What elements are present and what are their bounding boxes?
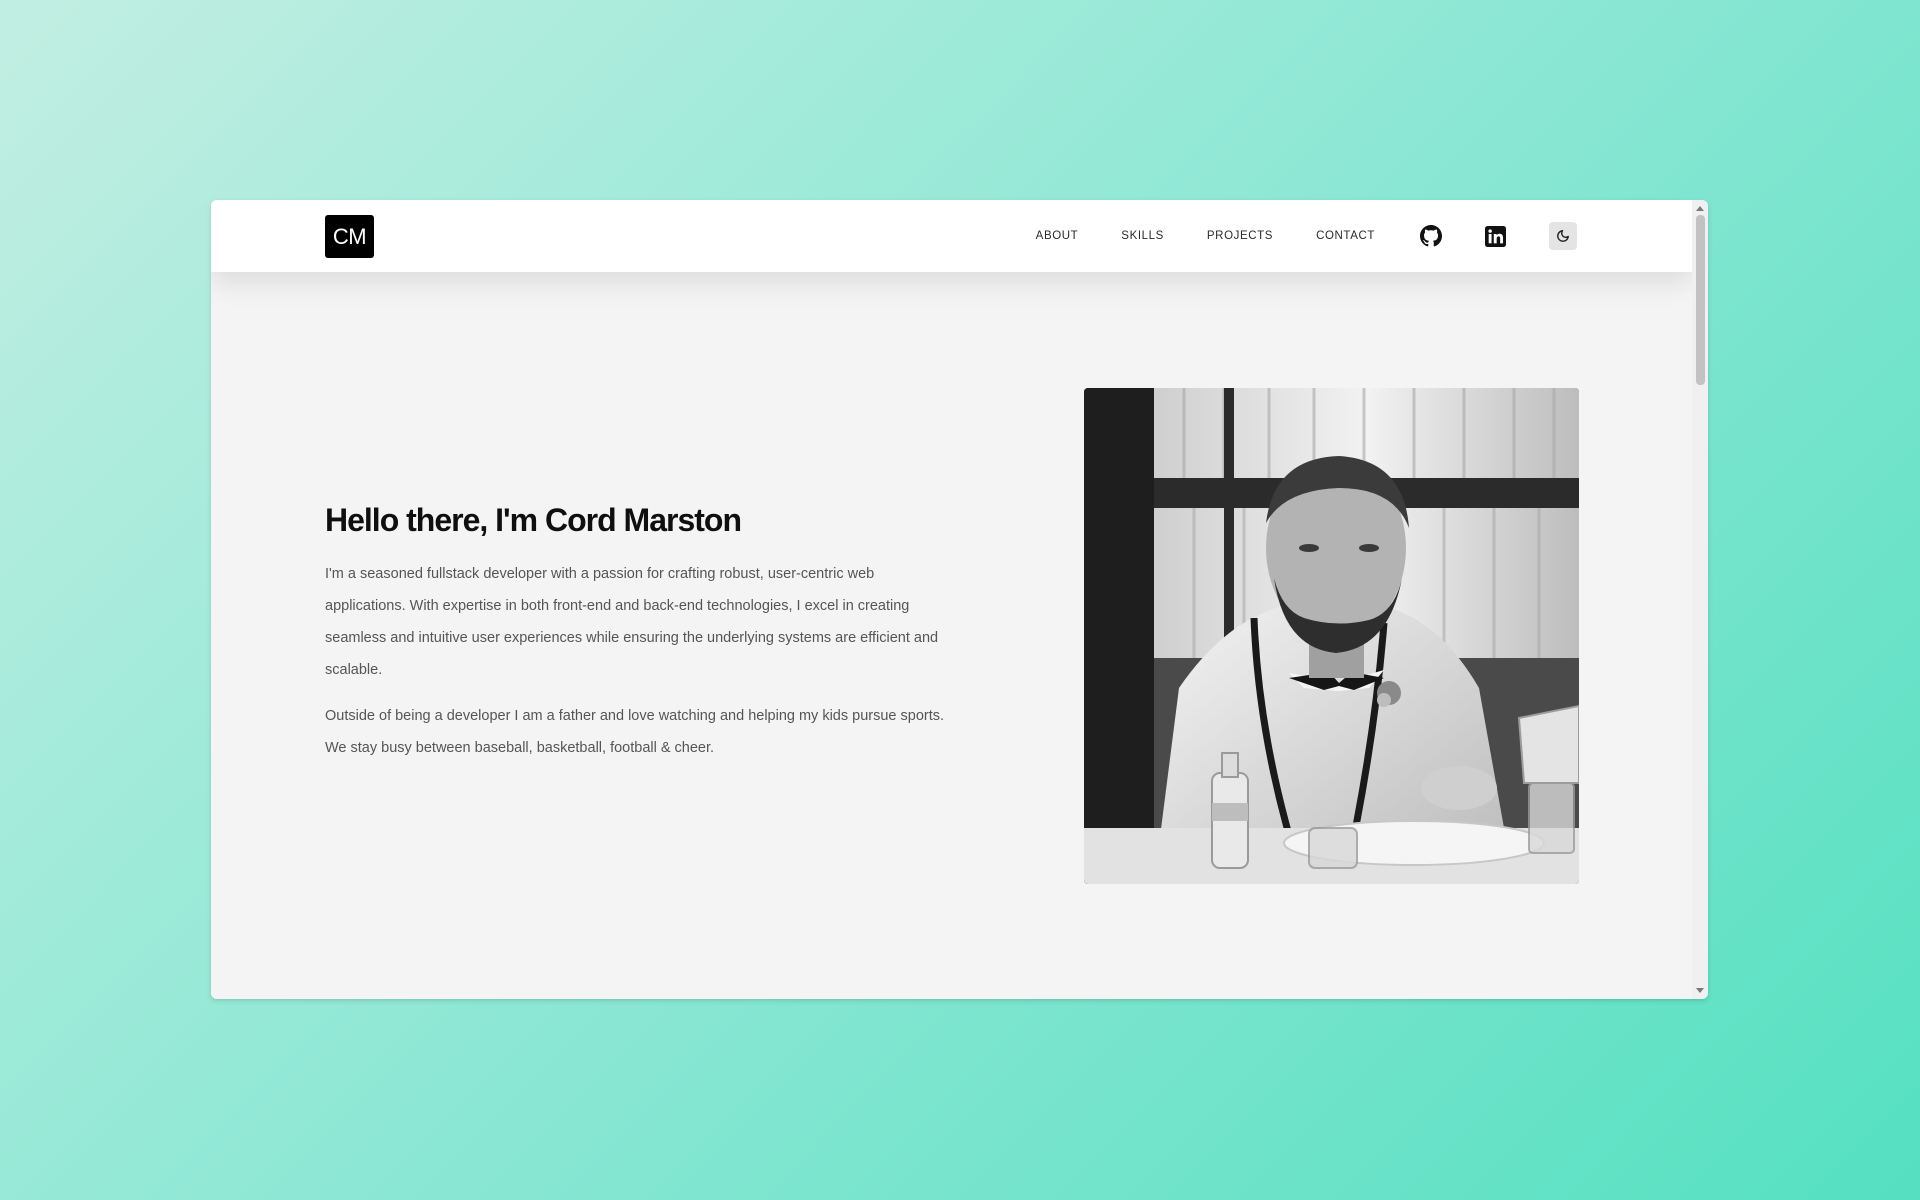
nav-links: ABOUT SKILLS PROJECTS CONTACT — [1036, 200, 1577, 272]
nav-link-skills[interactable]: SKILLS — [1121, 230, 1164, 242]
nav-link-projects[interactable]: PROJECTS — [1207, 230, 1273, 242]
scroll-down-arrow-icon[interactable] — [1692, 984, 1708, 998]
vertical-scrollbar[interactable] — [1692, 200, 1708, 999]
hero-section: Hello there, I'm Cord Marston I'm a seas… — [325, 500, 955, 778]
hero-title: Hello there, I'm Cord Marston — [325, 502, 742, 538]
hero-intro-paragraph: I'm a seasoned fullstack developer with … — [325, 566, 939, 678]
logo[interactable]: CM — [325, 215, 374, 258]
theme-toggle-button[interactable] — [1549, 222, 1577, 250]
browser-window: CM ABOUT SKILLS PROJECTS CONTACT Hello t… — [211, 200, 1708, 999]
moon-icon — [1556, 229, 1570, 243]
portfolio-page: CM ABOUT SKILLS PROJECTS CONTACT Hello t… — [211, 200, 1692, 999]
linkedin-icon[interactable] — [1482, 223, 1508, 249]
navbar: CM ABOUT SKILLS PROJECTS CONTACT — [211, 200, 1692, 272]
scroll-up-arrow-icon[interactable] — [1692, 201, 1708, 215]
profile-photo — [1084, 388, 1579, 884]
scrollbar-thumb[interactable] — [1696, 215, 1705, 385]
github-icon[interactable] — [1418, 223, 1444, 249]
hero-personal-paragraph: Outside of being a developer I am a fath… — [325, 708, 945, 756]
nav-link-about[interactable]: ABOUT — [1036, 230, 1079, 242]
nav-link-contact[interactable]: CONTACT — [1316, 230, 1375, 242]
